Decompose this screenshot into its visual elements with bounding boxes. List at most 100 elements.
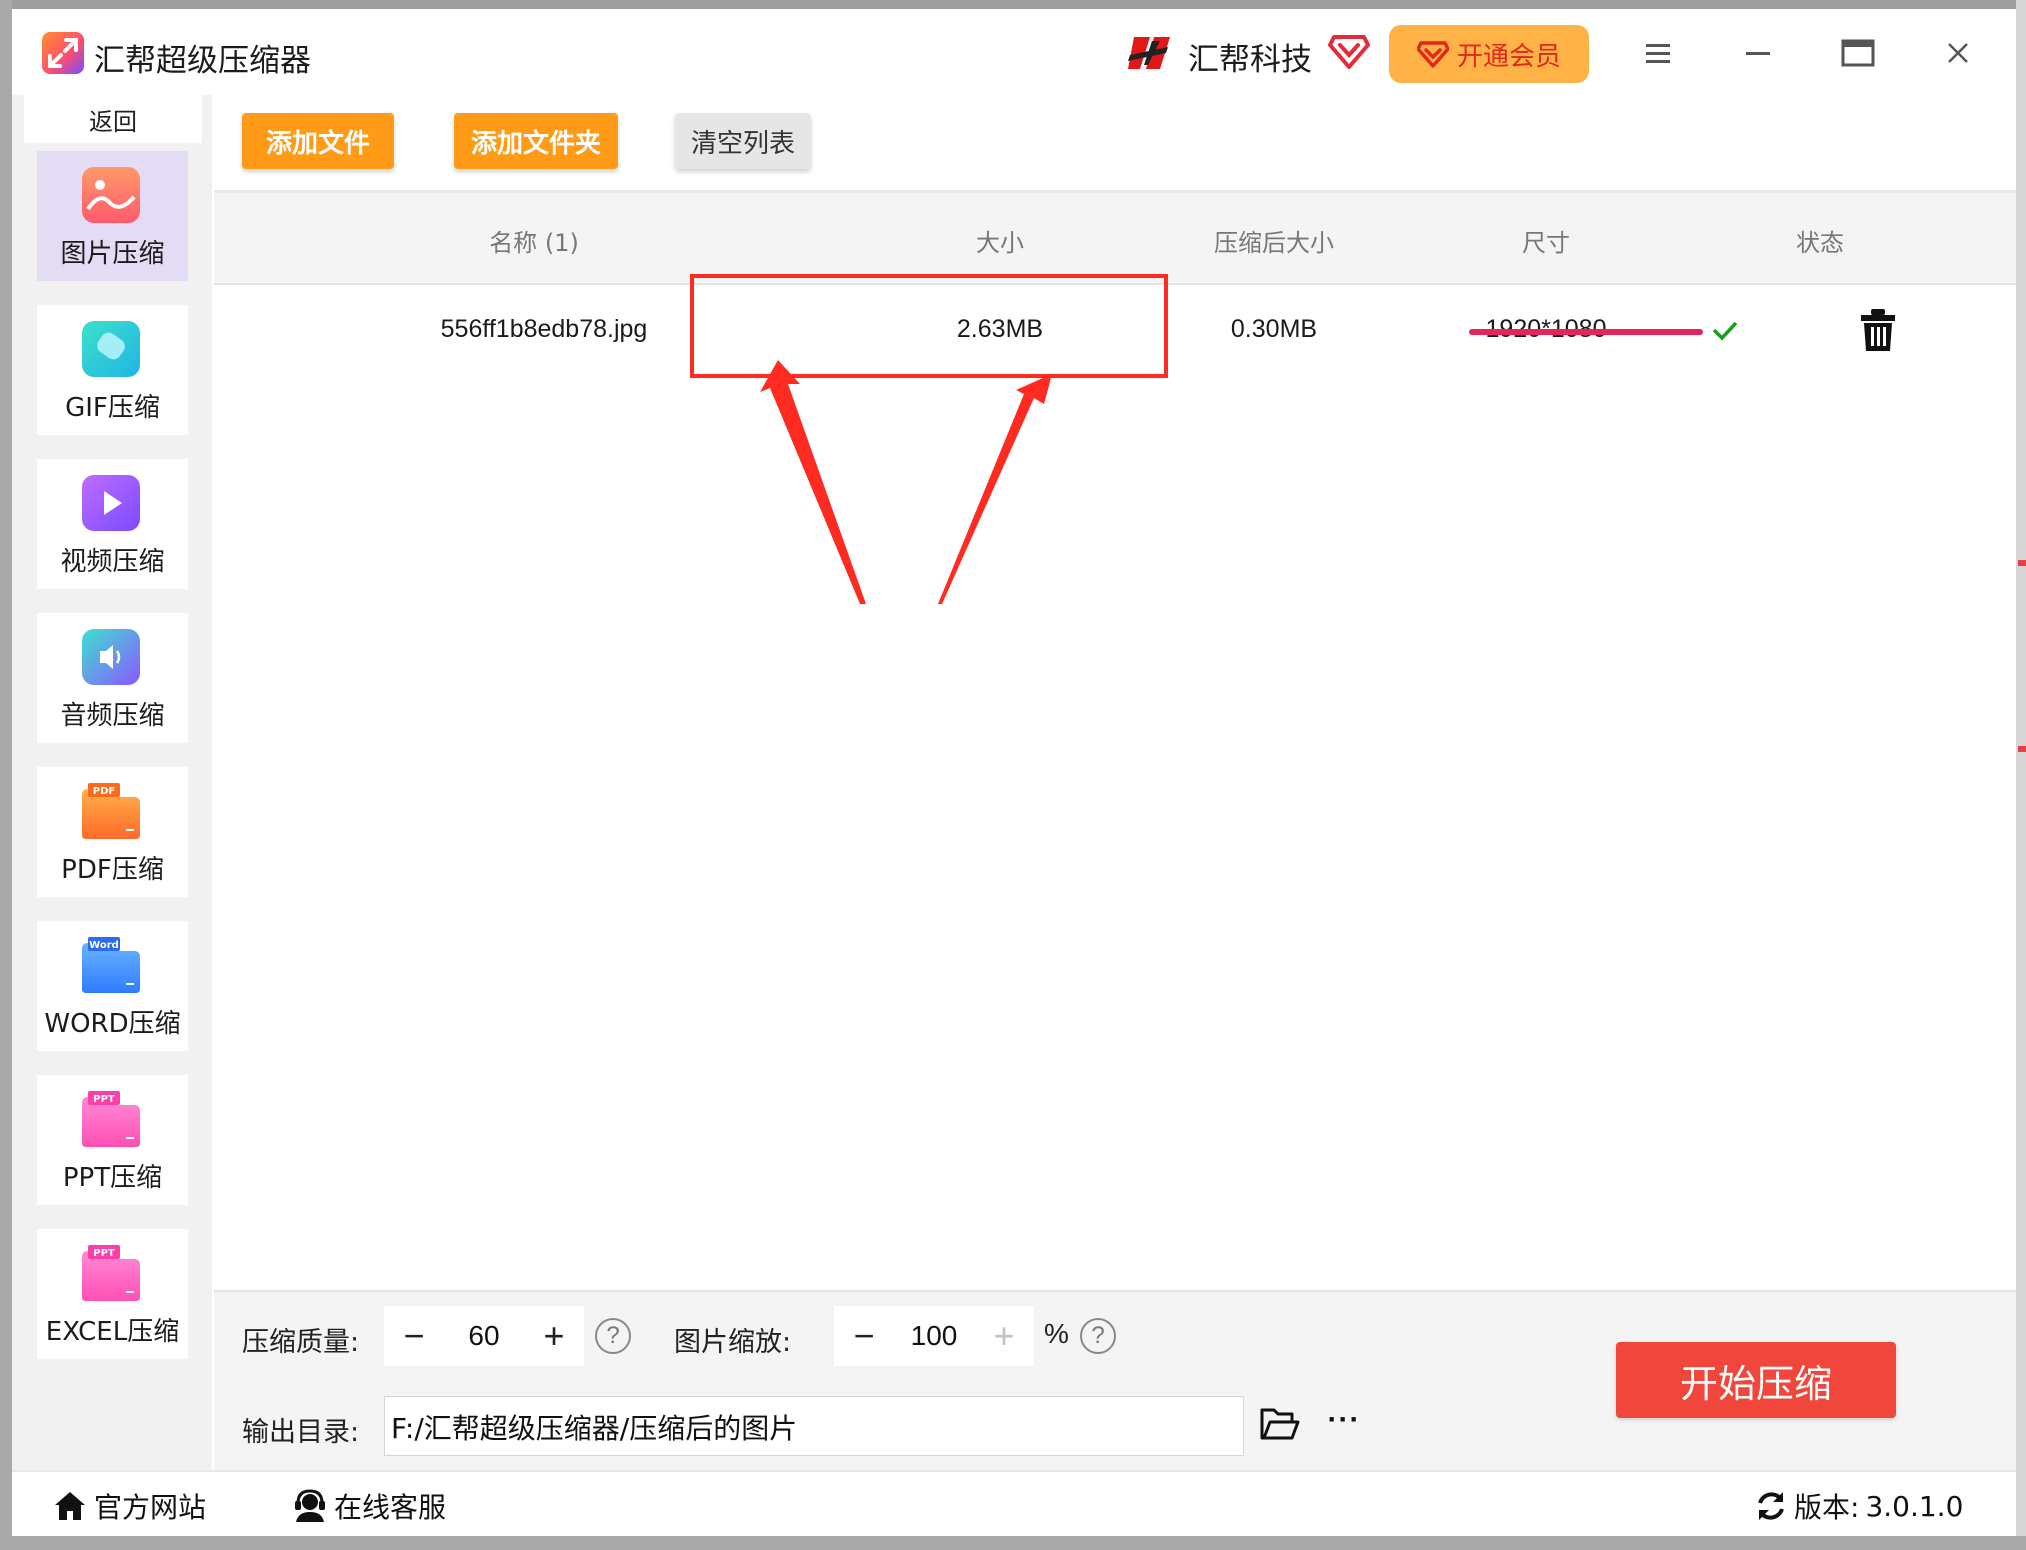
version-info: 版本: 3.0.1.0 — [1754, 1486, 1963, 1526]
audio-icon — [82, 629, 140, 685]
title-bar: 汇帮超级压缩器 汇帮科技 开通会员 — [12, 9, 2016, 95]
vip-button[interactable]: 开通会员 — [1389, 25, 1589, 83]
sidebar-item-gif[interactable]: GIF压缩 — [37, 305, 188, 435]
column-header-name: 名称 (1) — [489, 229, 579, 257]
gif-icon — [82, 321, 140, 377]
online-support-link[interactable]: 在线客服 — [292, 1486, 446, 1526]
pdf-icon: PDF — [82, 783, 140, 839]
diamond-heart-icon — [1416, 41, 1449, 68]
image-icon — [82, 167, 140, 223]
file-compressed-size: 0.30MB — [1230, 315, 1318, 343]
online-support-label: 在线客服 — [334, 1491, 447, 1524]
sidebar-item-image[interactable]: 图片压缩 — [37, 151, 188, 281]
column-header-dimensions: 尺寸 — [1522, 229, 1570, 257]
open-folder-icon[interactable] — [1260, 1406, 1300, 1442]
ppt-icon: PPT — [82, 1091, 140, 1147]
official-website-label: 官方网站 — [94, 1491, 207, 1524]
excel-icon: PPT — [82, 1245, 140, 1301]
sidebar-item-label: PPT压缩 — [62, 1163, 163, 1193]
scale-decrease-button[interactable]: − — [834, 1306, 894, 1366]
output-label: 输出目录: — [242, 1417, 360, 1448]
column-header-compressed-size: 压缩后大小 — [1214, 229, 1334, 257]
app-logo-icon — [42, 32, 84, 74]
video-icon — [82, 475, 140, 531]
vip-label: 开通会员 — [1456, 41, 1561, 72]
file-table: 名称 (1) 大小 压缩后大小 尺寸 状态 操作 556ff1b8edb78.j… — [214, 190, 2016, 1290]
word-icon: Word — [82, 937, 140, 993]
add-folder-button[interactable]: 添加文件夹 — [454, 113, 618, 169]
trash-icon[interactable] — [1858, 307, 1898, 353]
scale-help-icon[interactable]: ? — [1080, 1318, 1116, 1354]
toolbar: 添加文件 添加文件夹 清空列表 — [212, 95, 2016, 187]
column-header-size: 大小 — [976, 229, 1024, 257]
close-button[interactable] — [1930, 27, 1986, 79]
frame-marker — [2018, 746, 2026, 752]
diamond-heart-icon — [1328, 35, 1370, 69]
app-title: 汇帮超级压缩器 — [94, 43, 311, 79]
version-number: 3.0.1.0 — [1865, 1489, 1964, 1523]
clear-list-button[interactable]: 清空列表 — [675, 113, 811, 169]
file-size: 2.63MB — [956, 315, 1044, 343]
table-header: 名称 (1) 大小 压缩后大小 尺寸 状态 操作 — [214, 193, 2016, 285]
sidebar-badge: PDF — [93, 786, 115, 797]
sidebar: 返回 图片压缩 GIF压缩 视频压缩 音频压缩 PDF PDF压缩 Word W… — [12, 95, 212, 1470]
frame-marker — [2018, 560, 2026, 566]
close-icon — [1948, 43, 1968, 63]
window-frame-top — [0, 0, 2026, 9]
add-file-button[interactable]: 添加文件 — [242, 113, 394, 169]
sidebar-badge: Word — [89, 940, 119, 951]
file-name: 556ff1b8edb78.jpg — [440, 315, 648, 343]
sidebar-item-label: WORD压缩 — [44, 1009, 181, 1039]
refresh-icon[interactable] — [1754, 1489, 1788, 1523]
window-frame-left — [0, 0, 12, 1550]
maximize-button[interactable] — [1830, 27, 1886, 79]
version-label: 版本: — [1794, 1491, 1860, 1524]
quality-label: 压缩质量: — [242, 1327, 360, 1358]
start-compress-button[interactable]: 开始压缩 — [1616, 1342, 1896, 1418]
window-frame-bottom — [0, 1536, 2026, 1550]
sidebar-item-label: EXCEL压缩 — [45, 1317, 180, 1347]
sidebar-badge: PPT — [93, 1094, 115, 1105]
sidebar-item-video[interactable]: 视频压缩 — [37, 459, 188, 589]
scale-stepper: − 100 + — [834, 1306, 1034, 1366]
minimize-button[interactable] — [1730, 27, 1786, 79]
settings-panel: 压缩质量: − 60 + ? 图片缩放: − 100 + % ? 输出目录: F… — [214, 1290, 2016, 1470]
check-icon — [1712, 321, 1738, 341]
sidebar-item-pdf[interactable]: PDF PDF压缩 — [37, 767, 188, 897]
quality-increase-button[interactable]: + — [524, 1306, 584, 1366]
sidebar-item-ppt[interactable]: PPT PPT压缩 — [37, 1075, 188, 1205]
sidebar-item-label: 视频压缩 — [60, 547, 165, 577]
app-window: 汇帮超级压缩器 汇帮科技 开通会员 返回 图片压缩 GIF压缩 视频压缩 音频压… — [0, 0, 2026, 1550]
brand-name: 汇帮科技 — [1188, 42, 1312, 78]
sidebar-badge: PPT — [93, 1248, 115, 1259]
sidebar-item-label: 图片压缩 — [60, 239, 165, 269]
scale-unit: % — [1044, 1318, 1069, 1349]
quality-value[interactable]: 60 — [444, 1306, 524, 1366]
sidebar-item-label: GIF压缩 — [65, 393, 160, 423]
back-button[interactable]: 返回 — [24, 95, 202, 143]
sidebar-item-audio[interactable]: 音频压缩 — [37, 613, 188, 743]
scale-label: 图片缩放: — [674, 1327, 792, 1358]
quality-stepper: − 60 + — [384, 1306, 584, 1366]
sidebar-item-excel[interactable]: PPT EXCEL压缩 — [37, 1229, 188, 1359]
table-row[interactable]: 556ff1b8edb78.jpg 2.63MB 0.30MB 1920*108… — [214, 287, 2016, 377]
sidebar-item-label: 音频压缩 — [60, 701, 165, 731]
sidebar-item-label: PDF压缩 — [61, 855, 164, 885]
column-header-status: 状态 — [1796, 229, 1844, 257]
official-website-link[interactable]: 官方网站 — [52, 1486, 206, 1526]
scale-value[interactable]: 100 — [894, 1306, 974, 1366]
maximize-icon — [1841, 39, 1875, 67]
output-path-field[interactable]: F:/汇帮超级压缩器/压缩后的图片 — [384, 1396, 1244, 1456]
scale-increase-button[interactable]: + — [974, 1306, 1034, 1366]
minimize-icon — [1746, 52, 1770, 55]
column-header-action: 操作 — [1994, 223, 2026, 258]
sidebar-item-word[interactable]: Word WORD压缩 — [37, 921, 188, 1051]
quality-help-icon[interactable]: ? — [595, 1318, 631, 1354]
hamburger-menu-icon — [1646, 44, 1670, 63]
brand-logo-icon — [1128, 37, 1170, 69]
menu-button[interactable] — [1630, 27, 1686, 79]
more-options-icon[interactable]: ··· — [1322, 1400, 1366, 1440]
status-bar: 官方网站 在线客服 版本: 3.0.1.0 — [12, 1470, 2016, 1536]
headset-icon — [295, 1489, 325, 1522]
quality-decrease-button[interactable]: − — [384, 1306, 444, 1366]
